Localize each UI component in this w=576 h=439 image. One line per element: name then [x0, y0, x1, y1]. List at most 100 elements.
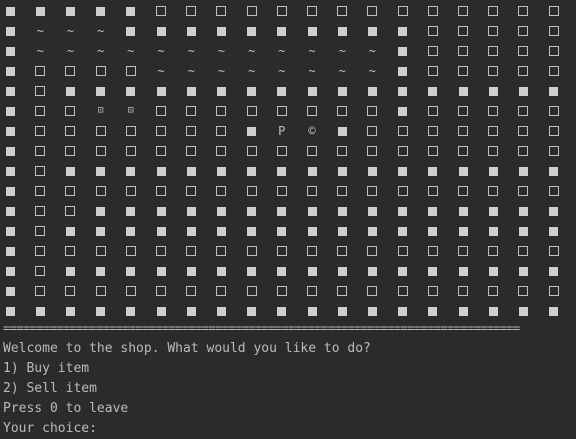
empty-square-icon	[397, 286, 408, 296]
empty-square-icon	[427, 66, 438, 76]
filled-square-icon	[337, 266, 347, 276]
map-cell	[0, 261, 25, 281]
filled-square-icon	[65, 226, 75, 236]
filled-square-icon	[518, 206, 528, 216]
filled-square-icon	[549, 86, 559, 96]
map-cell	[539, 281, 569, 301]
map-cell	[297, 281, 327, 301]
empty-square-icon	[548, 246, 559, 256]
water-tile: ~	[157, 64, 165, 78]
filled-square-icon	[186, 206, 196, 216]
empty-square-icon	[125, 186, 136, 196]
map-cell	[55, 161, 85, 181]
filled-square-icon	[488, 166, 498, 176]
map-cell	[478, 141, 508, 161]
map-cell	[478, 81, 508, 101]
empty-square-icon	[65, 186, 76, 196]
empty-square-icon	[337, 286, 348, 296]
map-cell: ~	[327, 41, 357, 61]
filled-square-icon	[398, 106, 408, 116]
map-cell	[418, 21, 448, 41]
filled-square-icon	[277, 26, 287, 36]
filled-square-icon	[307, 206, 317, 216]
filled-square-icon	[216, 166, 226, 176]
filled-square-icon	[458, 206, 468, 216]
map-cell	[116, 281, 146, 301]
map-cell	[0, 241, 25, 261]
map-cell	[237, 1, 267, 21]
empty-square-icon	[246, 146, 257, 156]
map-cell	[297, 241, 327, 261]
filled-square-icon	[277, 266, 287, 276]
map-cell	[176, 161, 206, 181]
map-cell	[206, 281, 236, 301]
map-cell	[55, 1, 85, 21]
map-cell	[448, 261, 478, 281]
map-cell	[146, 101, 176, 121]
map-cell	[327, 101, 357, 121]
map-cell	[146, 221, 176, 241]
map-cell	[267, 141, 297, 161]
water-tile: ~	[66, 44, 74, 58]
empty-square-icon	[125, 286, 136, 296]
separator-line: ========================================…	[3, 321, 520, 335]
filled-square-icon	[398, 46, 408, 56]
water-tile: ~	[157, 44, 165, 58]
empty-square-icon	[337, 146, 348, 156]
empty-square-icon	[35, 106, 46, 116]
map-cell	[55, 141, 85, 161]
empty-square-icon	[186, 286, 197, 296]
empty-square-icon	[276, 106, 287, 116]
map-cell	[206, 221, 236, 241]
map-cell	[448, 181, 478, 201]
choice-prompt-input[interactable]: Your choice:	[3, 419, 97, 439]
water-tile: ~	[187, 64, 195, 78]
empty-square-icon	[548, 286, 559, 296]
map-cell	[146, 201, 176, 221]
map-cell	[448, 81, 478, 101]
map-cell	[237, 101, 267, 121]
map-cell	[146, 121, 176, 141]
empty-square-icon	[156, 186, 166, 196]
map-cell	[539, 181, 569, 201]
empty-square-icon	[518, 66, 529, 76]
empty-square-icon	[246, 186, 257, 196]
water-tile: ~	[217, 44, 225, 58]
map-cell: ~	[146, 61, 176, 81]
map-cell	[418, 1, 448, 21]
player-marker: P	[278, 124, 286, 138]
empty-square-icon	[95, 146, 106, 156]
filled-square-icon	[549, 306, 559, 316]
map-cell	[0, 201, 25, 221]
map-cell	[388, 101, 418, 121]
empty-square-icon	[186, 6, 197, 16]
filled-square-icon	[428, 226, 438, 236]
map-cell	[55, 121, 85, 141]
map-cell	[478, 61, 508, 81]
empty-square-icon	[246, 106, 257, 116]
map-cell: ~	[116, 41, 146, 61]
welcome-message: Welcome to the shop. What would you like…	[3, 341, 371, 356]
map-cell	[478, 221, 508, 241]
map-cell	[267, 101, 297, 121]
empty-square-icon	[548, 106, 559, 116]
filled-square-icon	[96, 226, 106, 236]
water-tile: ~	[247, 64, 256, 78]
empty-square-icon	[427, 286, 438, 296]
map-cell	[448, 61, 478, 81]
filled-square-icon	[126, 86, 136, 96]
map-cell	[25, 221, 55, 241]
filled-square-icon	[96, 166, 106, 176]
map-cell	[448, 101, 478, 121]
map-cell	[176, 241, 206, 261]
map-cell	[448, 241, 478, 261]
empty-square-icon	[367, 126, 378, 136]
filled-square-icon	[367, 26, 377, 36]
empty-square-icon	[65, 206, 76, 216]
map-cell	[55, 61, 85, 81]
filled-square-icon	[156, 166, 166, 176]
map-cell	[388, 21, 418, 41]
filled-square-icon	[216, 226, 226, 236]
map-cell	[539, 201, 569, 221]
map-cell	[478, 41, 508, 61]
